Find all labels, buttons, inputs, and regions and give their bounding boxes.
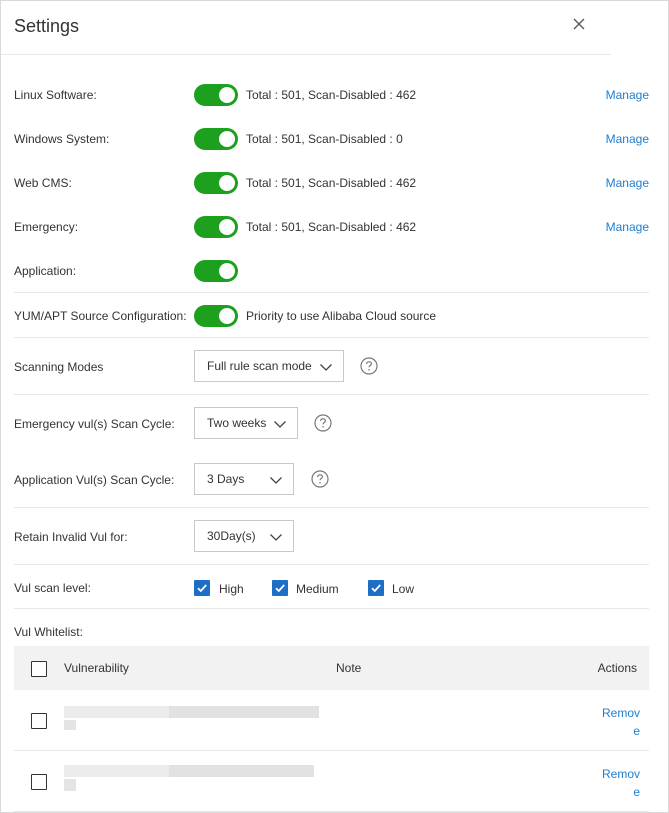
emergency-manage-link[interactable]: Manage — [606, 220, 649, 234]
source-config-toggle[interactable] — [194, 305, 238, 327]
web-cms-row: Web CMS: Total : 501, Scan-Disabled : 46… — [14, 172, 649, 194]
scanning-modes-label: Scanning Modes — [14, 360, 104, 374]
chevron-down-icon — [270, 534, 282, 541]
source-config-text: Priority to use Alibaba Cloud source — [246, 309, 437, 323]
column-header-actions: Actions — [597, 661, 637, 675]
row-checkbox[interactable] — [31, 713, 47, 729]
emergency-label: Emergency: — [14, 220, 79, 234]
emergency-cycle-row: Emergency vul(s) Scan Cycle: Two weeks — [14, 407, 649, 439]
scan-level-row: Vul scan level: High Medium Low — [14, 579, 649, 599]
help-icon[interactable] — [360, 357, 378, 375]
application-label: Application: — [14, 264, 77, 278]
retain-select[interactable]: 30Day(s) — [194, 520, 294, 552]
emergency-status: Total : 501, Scan-Disabled : 462 — [246, 220, 417, 234]
scanning-modes-row: Scanning Modes Full rule scan mode — [14, 350, 649, 382]
help-icon[interactable] — [314, 414, 332, 432]
linux-software-row: Linux Software: Total : 501, Scan-Disabl… — [14, 84, 649, 106]
windows-system-status: Total : 501, Scan-Disabled : 0 — [246, 132, 403, 146]
emergency-cycle-select[interactable]: Two weeks — [194, 407, 298, 439]
high-label: High — [219, 582, 244, 596]
linux-software-manage-link[interactable]: Manage — [606, 88, 649, 102]
divider — [14, 608, 649, 609]
retain-label: Retain Invalid Vul for: — [14, 530, 128, 544]
chevron-down-icon — [274, 421, 286, 428]
linux-software-status: Total : 501, Scan-Disabled : 462 — [246, 88, 417, 102]
whitelist-label: Vul Whitelist: — [14, 625, 83, 639]
row-checkbox[interactable] — [31, 774, 47, 790]
chevron-down-icon — [320, 364, 332, 371]
application-cycle-row: Application Vul(s) Scan Cycle: 3 Days — [14, 463, 649, 495]
dialog-header: Settings — [1, 1, 611, 55]
application-toggle[interactable] — [194, 260, 238, 282]
windows-system-label: Windows System: — [14, 132, 110, 146]
low-checkbox[interactable] — [368, 580, 384, 596]
linux-software-toggle[interactable] — [194, 84, 238, 106]
source-config-label: YUM/APT Source Configuration: — [14, 309, 187, 323]
emergency-toggle[interactable] — [194, 216, 238, 238]
linux-software-label: Linux Software: — [14, 88, 97, 102]
retain-value: 30Day(s) — [207, 529, 256, 543]
medium-checkbox[interactable] — [272, 580, 288, 596]
select-all-checkbox[interactable] — [31, 661, 47, 677]
windows-system-row: Windows System: Total : 501, Scan-Disabl… — [14, 128, 649, 150]
windows-system-toggle[interactable] — [194, 128, 238, 150]
scan-level-label: Vul scan level: — [14, 581, 91, 595]
web-cms-toggle[interactable] — [194, 172, 238, 194]
source-config-row: YUM/APT Source Configuration: Priority t… — [14, 305, 649, 327]
table-row: Remove — [14, 751, 649, 812]
scanning-modes-value: Full rule scan mode — [207, 359, 312, 373]
remove-link[interactable]: Remove — [600, 765, 640, 801]
medium-label: Medium — [296, 582, 339, 596]
divider — [14, 292, 649, 293]
application-cycle-select[interactable]: 3 Days — [194, 463, 294, 495]
table-header: Vulnerability Note Actions — [14, 646, 649, 690]
column-header-vulnerability: Vulnerability — [64, 661, 129, 675]
close-icon[interactable] — [571, 16, 587, 32]
emergency-row: Emergency: Total : 501, Scan-Disabled : … — [14, 216, 649, 238]
column-header-note: Note — [336, 661, 362, 675]
chevron-down-icon — [270, 477, 282, 484]
divider — [14, 394, 649, 395]
scanning-modes-select[interactable]: Full rule scan mode — [194, 350, 344, 382]
dialog-title: Settings — [14, 16, 80, 36]
web-cms-manage-link[interactable]: Manage — [606, 176, 649, 190]
emergency-cycle-value: Two weeks — [207, 416, 267, 430]
high-checkbox[interactable] — [194, 580, 210, 596]
web-cms-status: Total : 501, Scan-Disabled : 462 — [246, 176, 417, 190]
table-row: Remove — [14, 690, 649, 751]
settings-dialog: Settings Linux Software: Total : 501, Sc… — [0, 0, 669, 813]
retain-row: Retain Invalid Vul for: 30Day(s) — [14, 520, 649, 552]
help-icon[interactable] — [311, 470, 329, 488]
application-cycle-label: Application Vul(s) Scan Cycle: — [14, 473, 175, 487]
windows-system-manage-link[interactable]: Manage — [606, 132, 649, 146]
application-cycle-value: 3 Days — [207, 472, 245, 486]
divider — [14, 564, 649, 565]
low-label: Low — [392, 582, 415, 596]
emergency-cycle-label: Emergency vul(s) Scan Cycle: — [14, 417, 175, 431]
application-row: Application: — [14, 260, 649, 282]
divider — [14, 507, 649, 508]
divider — [14, 337, 649, 338]
remove-link[interactable]: Remove — [600, 704, 640, 740]
web-cms-label: Web CMS: — [14, 176, 72, 190]
